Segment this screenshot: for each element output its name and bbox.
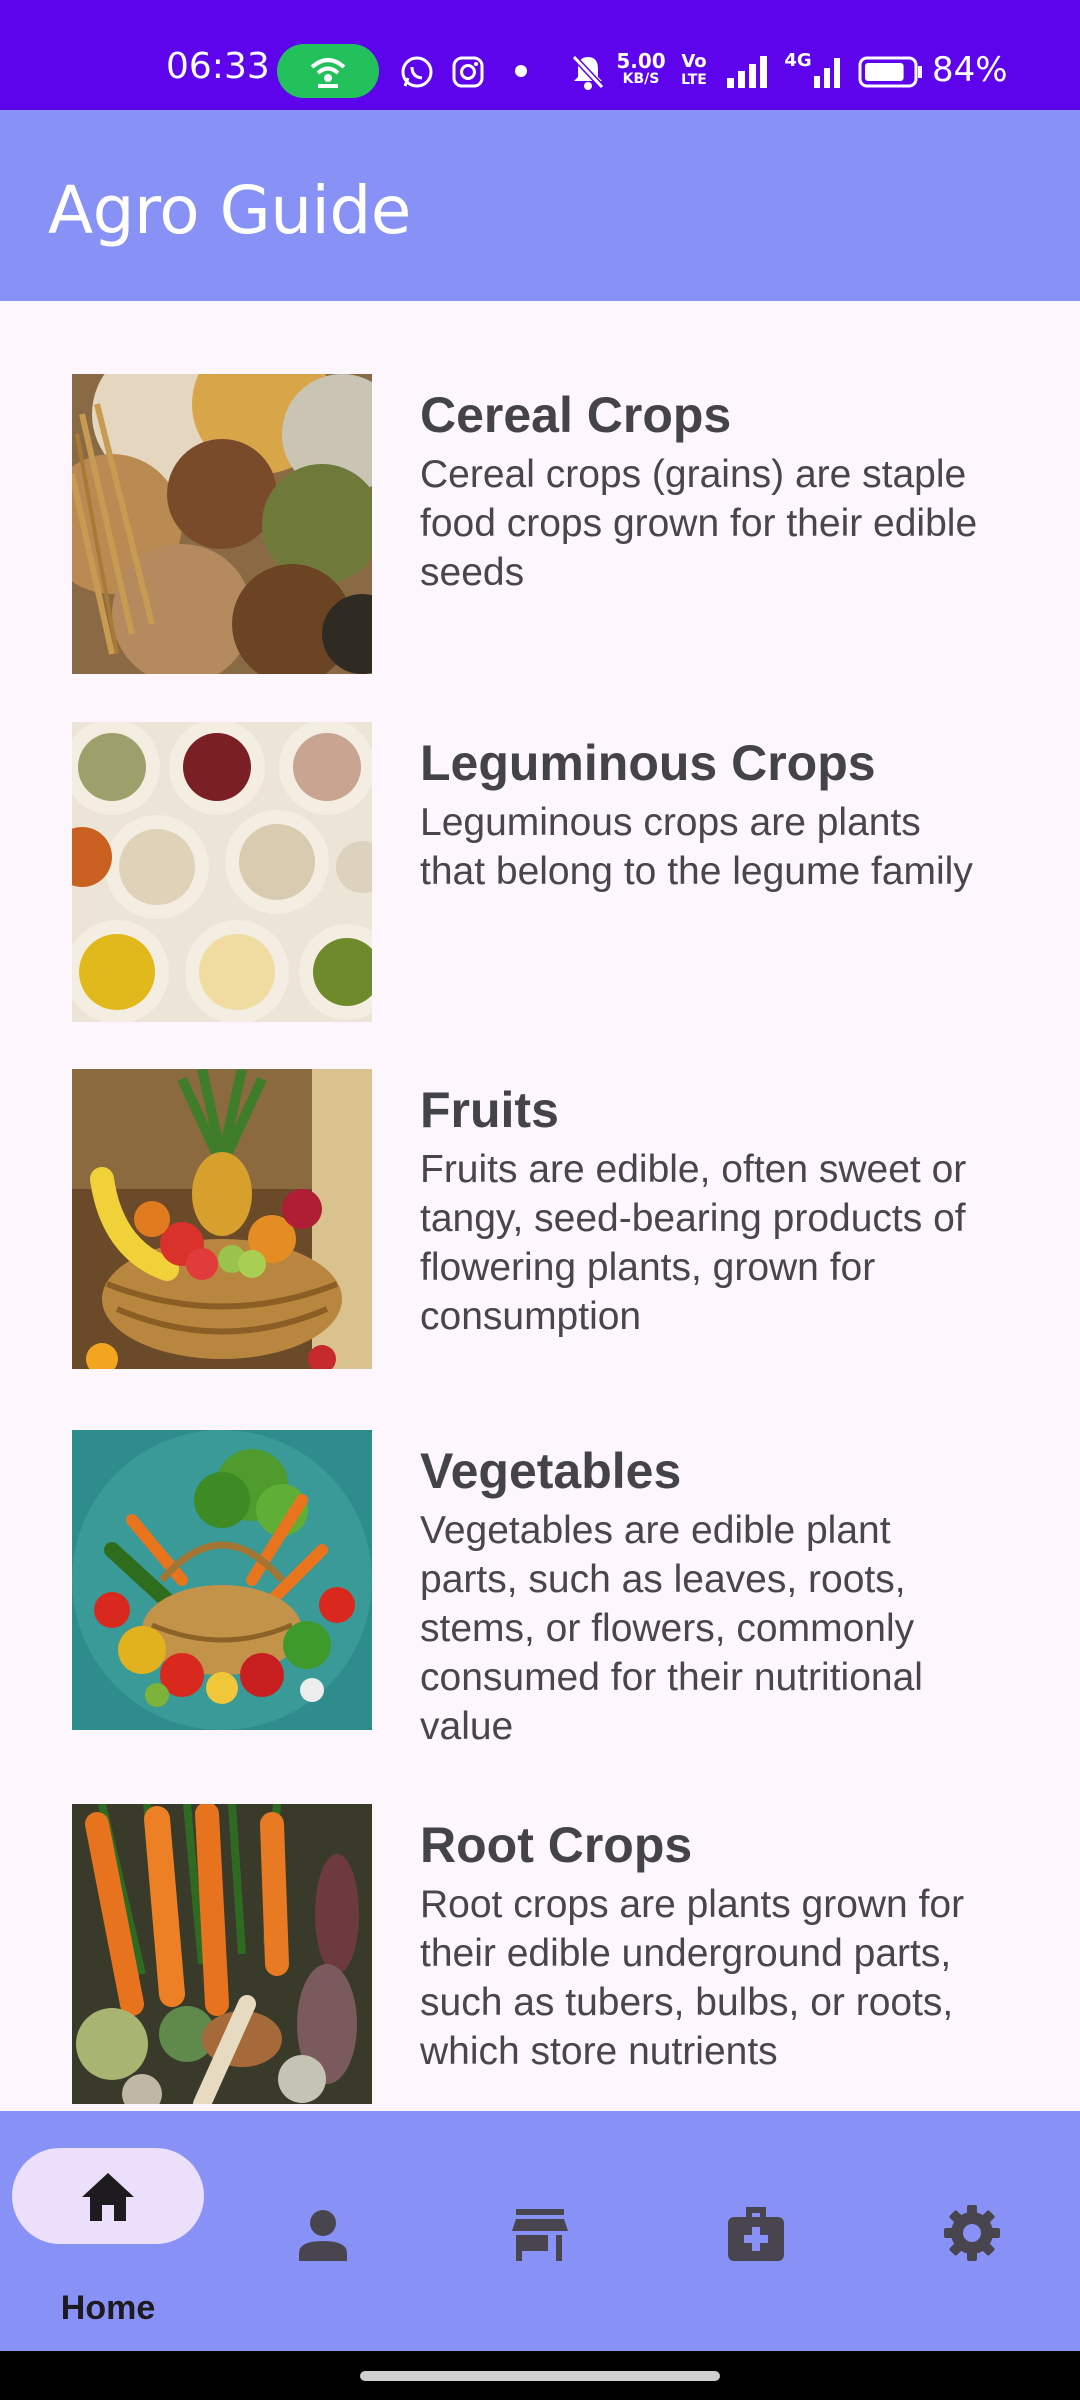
hotspot-icon	[310, 58, 346, 88]
vegetable-basket-image	[72, 1430, 372, 1730]
mute-icon	[571, 54, 605, 90]
home-icon	[82, 2173, 134, 2221]
network-speed-value: 5.00	[616, 49, 666, 73]
bottom-navigation: Home	[0, 2111, 1080, 2351]
signal-icon-2	[814, 58, 840, 88]
item-title: Vegetables	[420, 1443, 682, 1499]
list-item-root-crops[interactable]: Root Crops Root crops are plants grown f…	[0, 1804, 1080, 2111]
item-text-root-crops: Root Crops Root crops are plants grown f…	[420, 1814, 980, 2076]
volte-top: Vo	[681, 51, 707, 72]
item-title: Root Crops	[420, 1817, 693, 1873]
network-speed: 5.00 KB/S	[612, 49, 670, 88]
nav-item-home[interactable]: Home	[0, 2111, 216, 2351]
app-title: Agro Guide	[48, 172, 411, 249]
root-vegetables-image	[72, 1804, 372, 2104]
home-gesture-handle[interactable]	[360, 2371, 720, 2381]
fruit-basket-image	[72, 1069, 372, 1369]
item-text-leguminous-crops: Leguminous Crops Leguminous crops are pl…	[420, 732, 980, 896]
status-time: 06:33	[166, 46, 270, 87]
list-item-cereal-crops[interactable]: Cereal Crops Cereal crops (grains) are s…	[0, 374, 1080, 694]
battery-icon	[858, 56, 922, 88]
item-text-vegetables: Vegetables Vegetables are edible plant p…	[420, 1440, 980, 1751]
nav-item-settings[interactable]	[872, 2111, 1072, 2351]
item-title: Fruits	[420, 1082, 559, 1138]
cereal-grains-image	[72, 374, 372, 674]
item-description: Vegetables are edible plant parts, such …	[420, 1509, 923, 1748]
network-type: 4G	[784, 50, 812, 71]
person-icon	[299, 2210, 347, 2261]
item-description: Fruits are edible, often sweet or tangy,…	[420, 1148, 967, 1338]
hotspot-indicator[interactable]	[277, 44, 379, 98]
volte-indicator: Vo LTE	[674, 53, 714, 89]
item-text-cereal-crops: Cereal Crops Cereal crops (grains) are s…	[420, 384, 980, 597]
battery-percent: 84%	[932, 50, 1008, 90]
notification-dot	[515, 65, 527, 77]
category-list[interactable]: Cereal Crops Cereal crops (grains) are s…	[0, 301, 1080, 2111]
app-bar: Agro Guide	[0, 110, 1080, 301]
item-description: Leguminous crops are plants that belong …	[420, 801, 973, 893]
item-text-fruits: Fruits Fruits are edible, often sweet or…	[420, 1079, 980, 1341]
gesture-navigation-area	[0, 2351, 1080, 2400]
medical-kit-icon	[728, 2207, 784, 2261]
instagram-icon	[452, 56, 484, 88]
gear-icon	[944, 2205, 1000, 2261]
nav-item-profile[interactable]	[224, 2111, 424, 2351]
item-title: Cereal Crops	[420, 387, 732, 443]
list-item-vegetables[interactable]: Vegetables Vegetables are edible plant p…	[0, 1430, 1080, 1770]
legume-sacks-image	[72, 722, 372, 1022]
list-item-leguminous-crops[interactable]: Leguminous Crops Leguminous crops are pl…	[0, 722, 1080, 1042]
store-icon	[512, 2209, 568, 2261]
nav-item-store[interactable]	[440, 2111, 640, 2351]
nav-label-home: Home	[60, 2289, 156, 2327]
list-item-fruits[interactable]: Fruits Fruits are edible, often sweet or…	[0, 1069, 1080, 1409]
item-description: Cereal crops (grains) are staple food cr…	[420, 453, 978, 594]
item-title: Leguminous Crops	[420, 735, 876, 791]
status-bar: 06:33 5.00 KB/S Vo LTE 4G 84%	[0, 0, 1080, 110]
signal-icon	[727, 56, 767, 88]
whatsapp-icon	[401, 56, 433, 88]
item-description: Root crops are plants grown for their ed…	[420, 1883, 965, 2073]
volte-bottom: LTE	[681, 72, 707, 88]
nav-item-health[interactable]	[656, 2111, 856, 2351]
